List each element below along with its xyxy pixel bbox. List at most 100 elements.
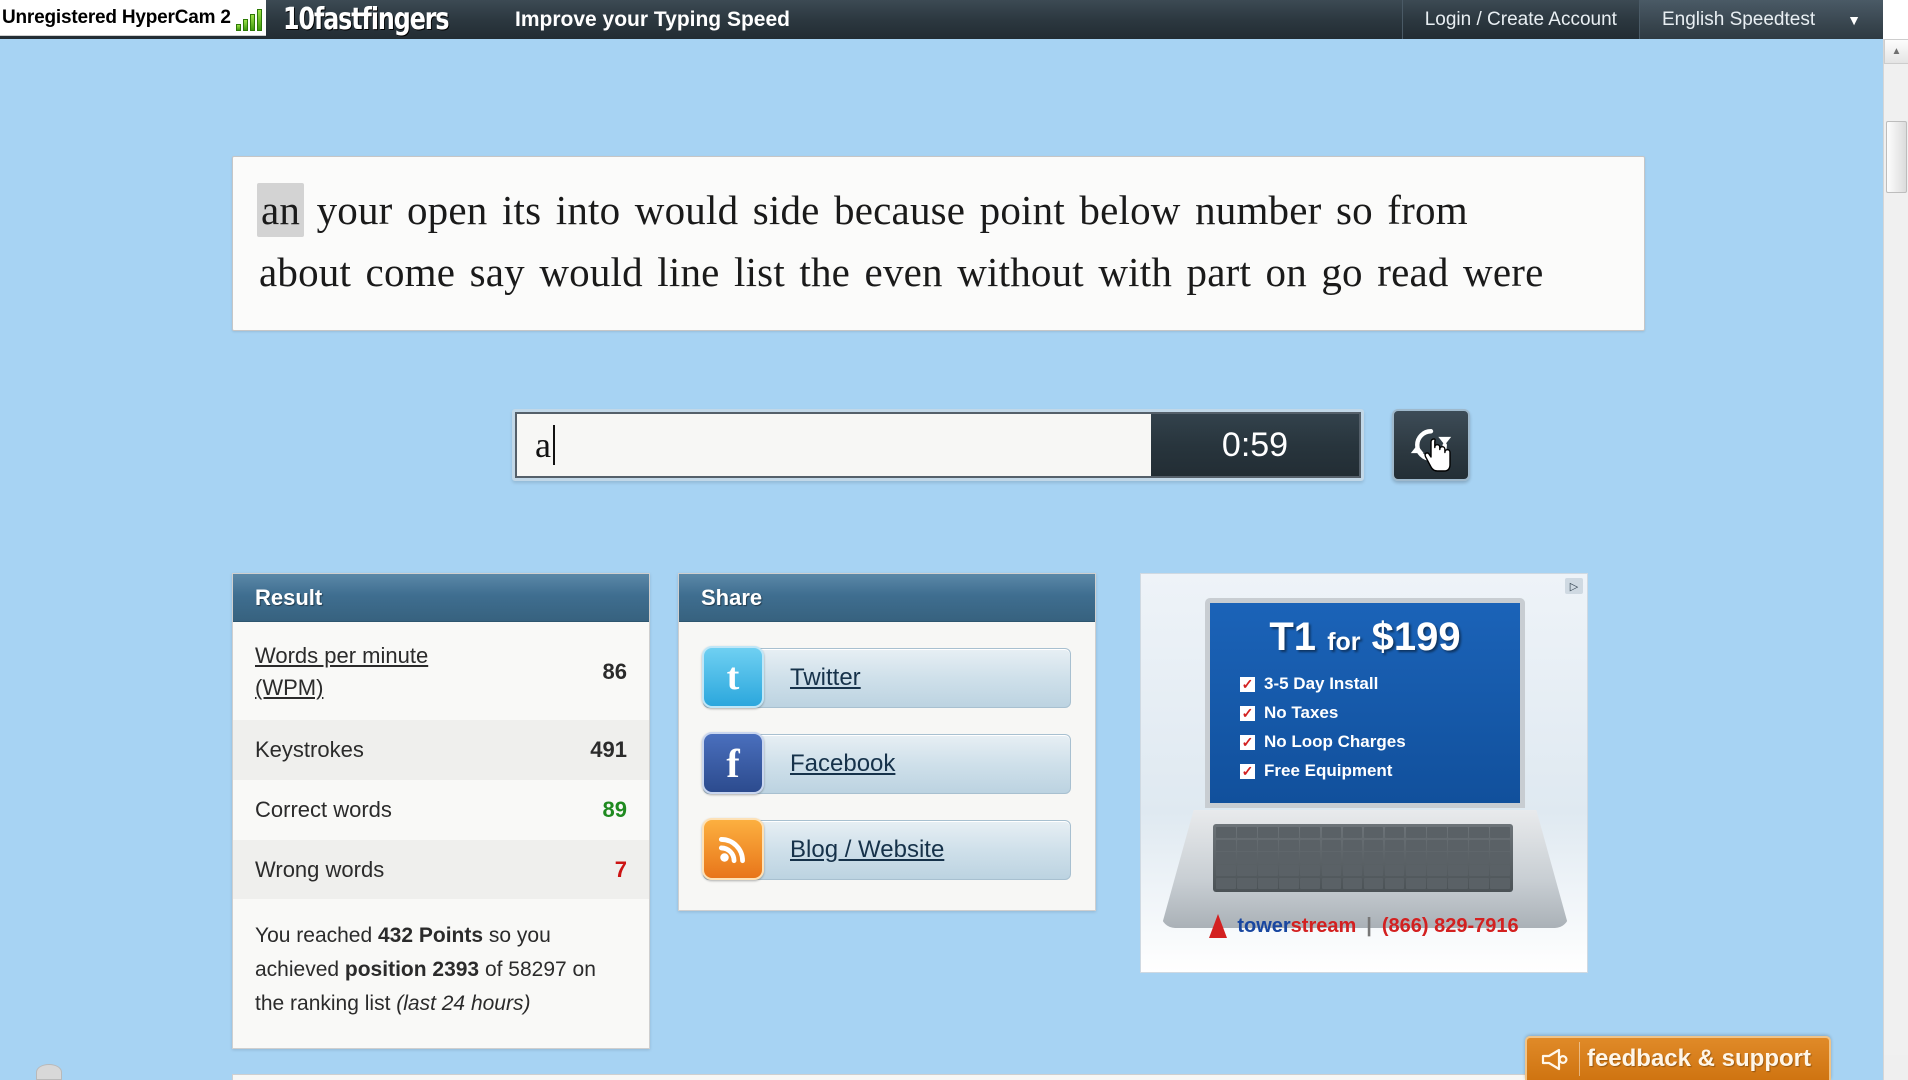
browser-viewport: 10fastfingers Improve your Typing Speed … [0,0,1883,1080]
result-row-label[interactable]: Words per minute (WPM) [255,640,475,704]
word: open [406,187,488,233]
scrollbar-thumb[interactable] [1886,121,1907,193]
ad-choices-icon[interactable]: ▷ [1565,578,1583,594]
advertisement[interactable]: ▷ T1 for $199 ✓ 3-5 Day Install ✓ No Taxes ✓… [1140,573,1588,973]
refresh-icon [1410,429,1452,461]
hypercam-watermark: Unregistered HyperCam 2 [0,0,266,36]
result-row-value: 86 [602,658,627,684]
keyboard-key [1300,827,1321,839]
result-row-label: Correct words [255,796,392,822]
keyboard-key [1342,865,1363,877]
result-row-value: 491 [590,736,627,762]
restart-test-button[interactable] [1392,409,1470,481]
keyboard-key [1448,852,1468,864]
keyboard-key [1384,865,1405,877]
keyboard-key [1363,827,1384,839]
login-label: Login / Create Account [1424,8,1617,30]
word: below [1079,187,1181,233]
keyboard-key [1216,852,1236,864]
ad-brand-suffix: stream [1290,914,1357,937]
word: read [1377,249,1449,296]
share-links: t Twitter f Facebook Blog / Website [679,622,1095,910]
result-row-value: 89 [602,796,627,822]
site-logo-text: 10fastfingers [283,2,450,37]
word-line-1: an your open its into would side because… [257,179,1620,241]
word: would [539,249,643,296]
word: from [1387,187,1468,233]
signal-bars-icon [235,5,262,31]
keyboard-key [1490,865,1510,877]
keyboard-key [1405,852,1426,864]
keyboard-key [1469,865,1489,877]
ad-bullet: ✓ Free Equipment [1240,761,1504,781]
keyboard-key [1490,839,1510,851]
keyboard-key [1469,839,1489,851]
word: so [1335,187,1373,233]
share-link-label: Blog / Website [790,836,945,863]
result-panel: Result Words per minute (WPM) 86 Keystroke… [232,573,650,1049]
feedback-support-button[interactable]: feedback & support [1524,1036,1831,1080]
countdown-timer: 0:59 [1151,412,1361,478]
share-link-label: Twitter [790,664,861,691]
word: line [657,249,720,296]
login-create-account-link[interactable]: Login / Create Account [1401,0,1639,39]
ad-bullet-label: No Loop Charges [1264,732,1406,751]
checkmark-icon: ✓ [1240,734,1255,750]
share-panel-title: Share [679,574,1095,622]
keyboard-key [1216,877,1236,889]
keyboard-key [1405,865,1426,877]
result-row: Correct words 89 [233,779,649,840]
keyboard-key [1490,852,1510,864]
ad-bullet: ✓ 3-5 Day Install [1240,674,1504,694]
keyboard-key [1258,852,1278,864]
current-word: an [257,183,305,237]
ad-bullet: ✓ No Taxes [1240,703,1504,723]
typing-row: a 0:59 [512,409,1470,481]
keyboard-key [1363,852,1384,864]
keyboard-key [1448,839,1468,851]
keyboard-key [1469,827,1489,839]
word: would [634,187,739,233]
word: number [1195,187,1322,233]
site-tagline: Improve your Typing Speed [515,7,790,31]
keyboard-key [1384,827,1405,839]
ad-headline: T1 for $199 [1226,615,1504,660]
ranking-text-1: You reached [255,924,378,948]
site-logo[interactable]: 10fastfingers [283,0,471,39]
taskbar-indicator [36,1064,62,1080]
keyboard-key [1448,827,1468,839]
keyboard-key [1342,827,1363,839]
keyboard-key [1427,865,1447,877]
typing-input[interactable]: a [515,412,1151,478]
ranking-summary: You reached 432 Points so you achieved p… [233,899,649,1048]
share-link-facebook[interactable]: f Facebook [702,732,1071,794]
keyboard-key [1427,877,1447,889]
keyboard-key [1300,877,1321,889]
result-row-value: 7 [614,856,627,882]
points-value: 432 Points [378,924,484,948]
keyboard-key [1427,827,1447,839]
keyboard-key [1321,839,1342,851]
keyboard-key [1279,865,1299,877]
word: on [1265,249,1307,296]
scroll-up-button[interactable]: ▲ [1884,39,1908,64]
word: come [365,249,456,296]
keyboard-key [1237,839,1257,851]
keyboard-key [1279,852,1299,864]
ad-headline-price: $199 [1371,615,1461,659]
share-link-blog-website[interactable]: Blog / Website [702,818,1071,880]
share-link-twitter[interactable]: t Twitter [702,646,1071,708]
keyboard-key [1237,865,1257,877]
keyboard-key [1258,839,1278,851]
keyboard-key [1237,877,1257,889]
result-row: Words per minute (WPM) 86 [233,622,649,720]
keyboard-key [1490,877,1510,889]
language-selector[interactable]: English Speedtest ▼ [1638,0,1883,39]
keyboard-key [1258,827,1278,839]
word-line-2: about come say would line list the even … [257,241,1620,303]
word: your [316,187,393,233]
keyboard-key [1469,852,1489,864]
keyboard-key [1405,839,1426,851]
keyboard-key [1237,852,1257,864]
page-scrollbar[interactable]: ▲ ▼ [1883,39,1908,1080]
